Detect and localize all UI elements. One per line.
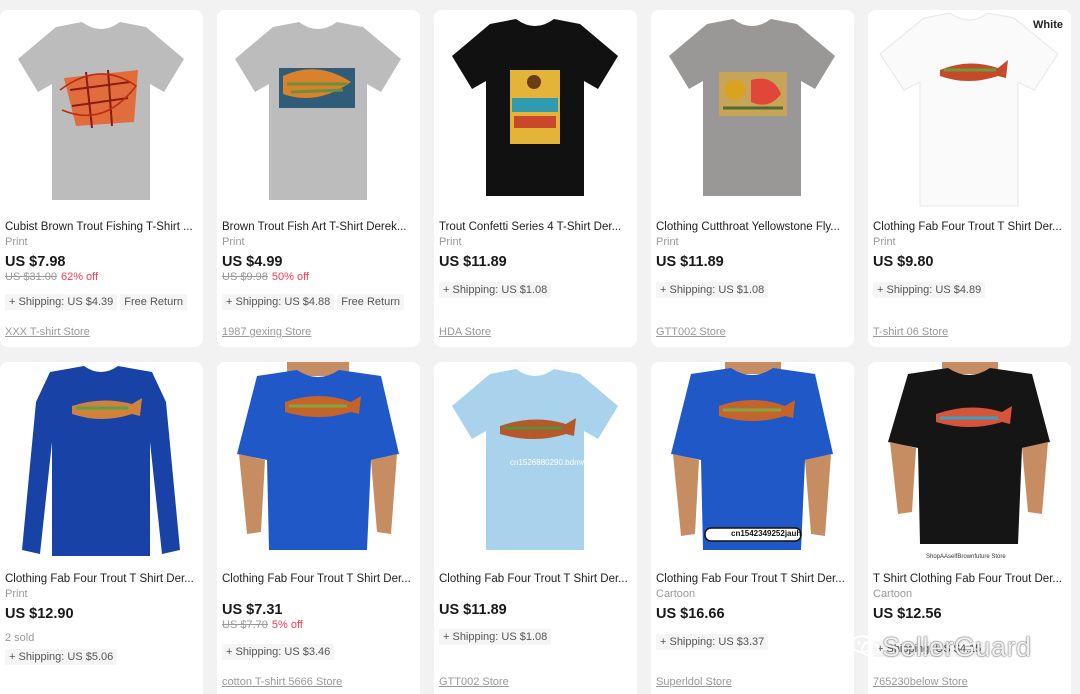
image-caption: cn1542349252jauh — [731, 529, 802, 538]
product-card[interactable]: Clothing Fab Four Trout T Shirt Der... U… — [217, 362, 420, 694]
product-title[interactable]: Trout Confetti Series 4 T-Shirt Der... — [439, 220, 631, 234]
product-image[interactable]: cn1526880290.bdmw — [434, 362, 637, 567]
image-caption: ShopAAselfBrownfuture Store — [926, 554, 1006, 560]
product-subtitle: Cartoon — [656, 588, 696, 600]
shipping-tag: + Shipping: US $1.08 — [439, 629, 552, 645]
product-image[interactable] — [0, 10, 203, 215]
product-image[interactable] — [0, 362, 203, 567]
product-subtitle — [439, 588, 631, 601]
shipping-tag: + Shipping: US $1.08 — [656, 282, 769, 298]
product-subtitle: Print — [656, 236, 679, 248]
product-grid: Cubist Brown Trout Fishing T-Shirt ... P… — [0, 0, 1080, 694]
product-price: US $7.98 — [5, 254, 66, 270]
product-title[interactable]: T Shirt Clothing Fab Four Trout Der... — [873, 572, 1065, 586]
tshirt-image — [452, 19, 618, 196]
tshirt-image — [235, 22, 401, 200]
discount-badge: 50% off — [271, 271, 309, 283]
product-price: US $4.99 — [222, 254, 283, 270]
original-price: US $9.98 — [222, 271, 268, 283]
product-subtitle: Print — [5, 588, 28, 600]
product-title[interactable]: Clothing Cutthroat Yellowstone Fly... — [656, 220, 848, 234]
trout-art-print — [719, 72, 787, 116]
product-subtitle — [222, 588, 414, 601]
product-card[interactable]: cn1542349252jauh Clothing Fab Four Trout… — [651, 362, 854, 694]
shipping-tag: + Shipping: US $3.46 — [222, 644, 335, 660]
product-title[interactable]: Clothing Fab Four Trout T Shirt Der... — [222, 572, 414, 586]
product-card[interactable]: Clothing Fab Four Trout T Shirt Der... P… — [0, 362, 203, 694]
product-price: US $11.89 — [439, 254, 507, 270]
product-title[interactable]: Clothing Fab Four Trout T Shirt Der... — [439, 572, 631, 586]
product-subtitle: Cartoon — [873, 588, 913, 600]
store-link[interactable]: 1987 gexing Store — [222, 326, 311, 338]
trout-art-print — [510, 70, 560, 144]
tshirt-image — [237, 362, 399, 550]
product-subtitle: Print — [222, 236, 245, 248]
tshirt-image — [669, 19, 835, 196]
product-subtitle: Print — [5, 236, 28, 248]
product-price: US $11.89 — [439, 602, 507, 618]
watermark: SellerGuard — [882, 632, 1032, 662]
store-link[interactable]: GTT002 Store — [439, 676, 509, 688]
shipping-tag: + Shipping: US $4.89 — [873, 282, 986, 298]
image-caption: cn1526880290.bdmw — [510, 458, 587, 467]
store-link[interactable]: T-shirt 06 Store — [873, 326, 948, 338]
product-title[interactable]: Cubist Brown Trout Fishing T-Shirt ... — [5, 220, 197, 234]
shipping-tag: + Shipping: US $3.37 — [656, 634, 769, 650]
shipping-tag: + Shipping: US $1.08 — [439, 282, 552, 298]
original-price: US $31.00 — [5, 271, 57, 283]
product-card[interactable]: Clothing Cutthroat Yellowstone Fly... Pr… — [651, 10, 854, 347]
product-image[interactable]: cn1542349252jauh — [651, 362, 854, 567]
product-title[interactable]: Clothing Fab Four Trout T Shirt Der... — [5, 572, 197, 586]
discount-badge: 62% off — [60, 271, 99, 283]
tshirt-image — [22, 366, 180, 556]
product-title[interactable]: Clothing Fab Four Trout T Shirt Der... — [656, 572, 848, 586]
product-title[interactable]: Clothing Fab Four Trout T Shirt Der... — [873, 220, 1065, 234]
product-price: US $12.56 — [873, 606, 942, 622]
product-image[interactable]: White — [868, 10, 1071, 215]
product-card[interactable]: Trout Confetti Series 4 T-Shirt Der... P… — [434, 10, 637, 347]
product-price: US $7.31 — [222, 602, 283, 618]
product-title[interactable]: Brown Trout Fish Art T-Shirt Derek... — [222, 220, 414, 234]
product-card[interactable]: White Clothing Fab Four Trout T Shirt De… — [868, 10, 1071, 347]
color-label: White — [1033, 19, 1063, 31]
product-card[interactable]: Cubist Brown Trout Fishing T-Shirt ... P… — [0, 10, 203, 347]
shipping-tag: + Shipping: US $4.88 — [222, 294, 335, 310]
discount-badge: 5% off — [271, 619, 303, 631]
original-price: US $7.70 — [222, 619, 268, 631]
product-subtitle: Print — [439, 236, 462, 248]
trout-art-print — [279, 68, 355, 108]
shipping-tag: + Shipping: US $5.06 — [5, 649, 118, 665]
product-price: US $9.80 — [873, 254, 934, 270]
product-price: US $11.89 — [656, 254, 724, 270]
store-link[interactable]: Superldol Store — [656, 676, 732, 688]
store-link[interactable]: HDA Store — [439, 326, 491, 338]
product-price: US $16.66 — [656, 606, 725, 622]
wechat-logo-icon — [851, 635, 879, 657]
free-return-tag: Free Return — [337, 294, 404, 310]
tshirt-image — [888, 362, 1050, 544]
product-image[interactable] — [217, 362, 420, 567]
tshirt-image — [18, 22, 184, 200]
store-link[interactable]: GTT002 Store — [656, 326, 726, 338]
product-card[interactable]: cn1526880290.bdmw Clothing Fab Four Trou… — [434, 362, 637, 694]
free-return-tag: Free Return — [120, 294, 187, 310]
product-card[interactable]: Brown Trout Fish Art T-Shirt Derek... Pr… — [217, 10, 420, 347]
shipping-tag: + Shipping: US $4.39 — [5, 294, 118, 310]
product-image[interactable]: ShopAAselfBrownfuture Store — [868, 362, 1071, 567]
store-link[interactable]: XXX T-shirt Store — [5, 326, 90, 338]
product-image[interactable] — [217, 10, 420, 215]
sold-count: 2 sold — [5, 632, 35, 644]
product-image[interactable] — [434, 10, 637, 215]
store-link[interactable]: 765230below Store — [873, 676, 968, 688]
tshirt-image — [879, 12, 1059, 207]
product-subtitle: Print — [873, 236, 896, 248]
product-price: US $12.90 — [5, 606, 74, 622]
product-image[interactable] — [651, 10, 854, 215]
store-link[interactable]: cotton T-shirt 5666 Store — [222, 676, 342, 688]
